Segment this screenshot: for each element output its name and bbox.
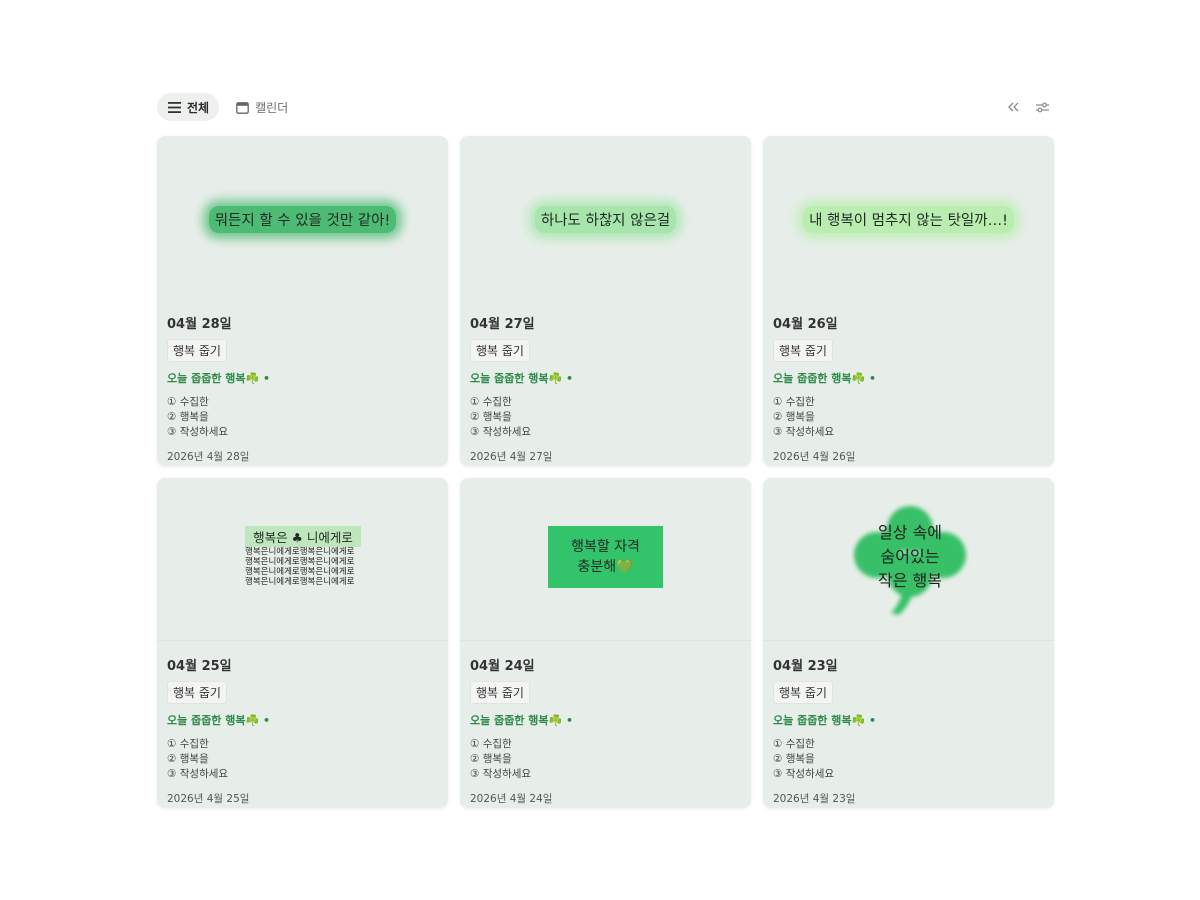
view-tabs: 전체 캘린더 bbox=[157, 93, 298, 121]
card-cover: 행복할 자격 충분해💚 bbox=[460, 478, 751, 641]
card-cover: 하나도 하찮지 않은걸 bbox=[460, 136, 751, 299]
card-subtitle: 오늘 줍줍한 행복☘️ • bbox=[167, 714, 271, 727]
gallery-card[interactable]: 뭐든지 할 수 있을 것만 같아! 04월 28일 행복 줍기 오늘 줍줍한 행… bbox=[157, 136, 448, 466]
card-subtitle: 오늘 줍줍한 행복☘️ • bbox=[167, 372, 271, 385]
card-steps: ① 수집한 ② 행복을 ③ 작성하세요 bbox=[470, 396, 532, 438]
card-title: 04월 27일 bbox=[470, 317, 535, 332]
tag-badge: 행복 줍기 bbox=[167, 681, 227, 704]
tag-badge: 행복 줍기 bbox=[470, 339, 530, 362]
card-title: 04월 26일 bbox=[773, 317, 838, 332]
card-subtitle: 오늘 줍줍한 행복☘️ • bbox=[773, 372, 877, 385]
card-date: 2026년 4월 27일 bbox=[470, 451, 553, 463]
double-chevron-left-icon[interactable] bbox=[1005, 98, 1023, 116]
card-grid: 뭐든지 할 수 있을 것만 같아! 04월 28일 행복 줍기 오늘 줍줍한 행… bbox=[157, 136, 1055, 808]
tab-calendar[interactable]: 캘린더 bbox=[225, 93, 298, 121]
gallery-card[interactable]: 내 행복이 멈추지 않는 탓일까…! 04월 26일 행복 줍기 오늘 줍줍한 … bbox=[763, 136, 1054, 466]
gallery-card[interactable]: 일상 속에 숨어있는 작은 행복 04월 23일 행복 줍기 오늘 줍줍한 행복… bbox=[763, 478, 1054, 808]
tag-badge: 행복 줍기 bbox=[773, 681, 833, 704]
view-toolbar: 전체 캘린더 bbox=[157, 92, 1055, 122]
tab-all-label: 전체 bbox=[187, 100, 210, 115]
card-date: 2026년 4월 28일 bbox=[167, 451, 250, 463]
card-date: 2026년 4월 25일 bbox=[167, 793, 250, 805]
card-cover: 일상 속에 숨어있는 작은 행복 bbox=[763, 478, 1054, 641]
gallery-card[interactable]: 하나도 하찮지 않은걸 04월 27일 행복 줍기 오늘 줍줍한 행복☘️ • … bbox=[460, 136, 751, 466]
cover-image: 일상 속에 숨어있는 작은 행복 bbox=[851, 503, 969, 619]
card-title: 04월 23일 bbox=[773, 659, 838, 674]
card-date: 2026년 4월 24일 bbox=[470, 793, 553, 805]
card-subtitle: 오늘 줍줍한 행복☘️ • bbox=[470, 714, 574, 727]
card-cover: 행복은 ♣ 니에게로 행복은니에게로행복은니에게로 행복은니에게로행복은니에게로… bbox=[157, 478, 448, 641]
cover-image: 행복은 ♣ 니에게로 행복은니에게로행복은니에게로 행복은니에게로행복은니에게로… bbox=[245, 526, 361, 588]
tag-badge: 행복 줍기 bbox=[470, 681, 530, 704]
calendar-icon bbox=[235, 100, 249, 114]
sliders-icon[interactable] bbox=[1033, 98, 1051, 116]
card-steps: ① 수집한 ② 행복을 ③ 작성하세요 bbox=[773, 396, 835, 438]
card-date: 2026년 4월 26일 bbox=[773, 451, 856, 463]
gallery-card[interactable]: 행복은 ♣ 니에게로 행복은니에게로행복은니에게로 행복은니에게로행복은니에게로… bbox=[157, 478, 448, 808]
tag-badge: 행복 줍기 bbox=[773, 339, 833, 362]
tag-badge: 행복 줍기 bbox=[167, 339, 227, 362]
gallery-view: 전체 캘린더 뭐든지 할 수 있을 것만 같아! 04월 28일 행복 줍기 오… bbox=[157, 92, 1055, 808]
card-steps: ① 수집한 ② 행복을 ③ 작성하세요 bbox=[167, 738, 229, 780]
cover-text: 내 행복이 멈추지 않는 탓일까…! bbox=[763, 206, 1054, 233]
card-cover: 내 행복이 멈추지 않는 탓일까…! bbox=[763, 136, 1054, 299]
card-title: 04월 24일 bbox=[470, 659, 535, 674]
tab-calendar-label: 캘린더 bbox=[255, 100, 289, 115]
card-title: 04월 25일 bbox=[167, 659, 232, 674]
card-cover: 뭐든지 할 수 있을 것만 같아! bbox=[157, 136, 448, 299]
card-steps: ① 수집한 ② 행복을 ③ 작성하세요 bbox=[167, 396, 229, 438]
card-subtitle: 오늘 줍줍한 행복☘️ • bbox=[773, 714, 877, 727]
card-title: 04월 28일 bbox=[167, 317, 232, 332]
view-tools bbox=[1005, 98, 1055, 116]
card-steps: ① 수집한 ② 행복을 ③ 작성하세요 bbox=[773, 738, 835, 780]
cover-image: 행복할 자격 충분해💚 bbox=[548, 526, 663, 588]
cover-text: 뭐든지 할 수 있을 것만 같아! bbox=[157, 206, 448, 233]
list-icon bbox=[167, 100, 181, 114]
tab-all[interactable]: 전체 bbox=[157, 93, 220, 121]
gallery-card[interactable]: 행복할 자격 충분해💚 04월 24일 행복 줍기 오늘 줍줍한 행복☘️ • … bbox=[460, 478, 751, 808]
cover-text: 하나도 하찮지 않은걸 bbox=[460, 206, 751, 233]
cover-text: 일상 속에 숨어있는 작은 행복 bbox=[878, 523, 942, 590]
card-steps: ① 수집한 ② 행복을 ③ 작성하세요 bbox=[470, 738, 532, 780]
card-subtitle: 오늘 줍줍한 행복☘️ • bbox=[470, 372, 574, 385]
card-date: 2026년 4월 23일 bbox=[773, 793, 856, 805]
cover-heading: 행복은 ♣ 니에게로 bbox=[245, 526, 361, 547]
